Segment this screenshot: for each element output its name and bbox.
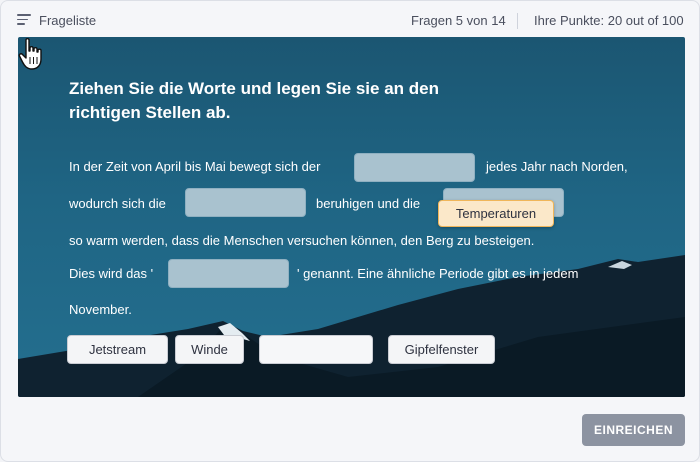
hand-pointer-icon (18, 38, 42, 70)
quiz-window: Frageliste Fragen 5 von 14 Ihre Punkte: … (0, 0, 700, 462)
question-title: Ziehen Sie die Worte und legen Sie sie a… (69, 79, 439, 122)
question-counter: Fragen 5 von 14 (411, 13, 506, 28)
list-icon[interactable] (17, 14, 31, 25)
drop-slot-1[interactable] (354, 153, 475, 182)
word-chip-jetstream[interactable]: Jetstream (67, 335, 168, 364)
word-chip-gipfelfenster[interactable]: Gipfelfenster (388, 335, 495, 364)
sentence-line-1a: In der Zeit von April bis Mai bewegt sic… (69, 159, 321, 174)
word-chip-empty-slot[interactable] (259, 335, 373, 364)
drop-slot-2[interactable] (185, 188, 306, 217)
sentence-line-2a: wodurch sich die (69, 196, 166, 211)
sentence-line-1b: jedes Jahr nach Norden, (486, 159, 628, 174)
sentence-line-4b: ' genannt. Eine ähnliche Periode gibt es… (297, 266, 579, 281)
question-stage: Ziehen Sie die Worte und legen Sie sie a… (18, 37, 685, 397)
question-list-link[interactable]: Frageliste (39, 13, 96, 28)
sentence-line-3: so warm werden, dass die Menschen versuc… (69, 233, 535, 248)
top-bar: Frageliste Fragen 5 von 14 Ihre Punkte: … (1, 1, 699, 39)
dragging-word-chip[interactable]: Temperaturen (438, 200, 554, 227)
drop-slot-4[interactable] (168, 259, 289, 288)
sentence-line-4a: Dies wird das ' (69, 266, 154, 281)
sentence-line-5: November. (69, 302, 132, 317)
points-display: Ihre Punkte: 20 out of 100 (534, 13, 684, 28)
sentence-line-2b: beruhigen und die (316, 196, 421, 211)
header-divider (517, 13, 518, 29)
submit-button[interactable]: EINREICHEN (582, 414, 685, 446)
word-chip-winde[interactable]: Winde (175, 335, 244, 364)
